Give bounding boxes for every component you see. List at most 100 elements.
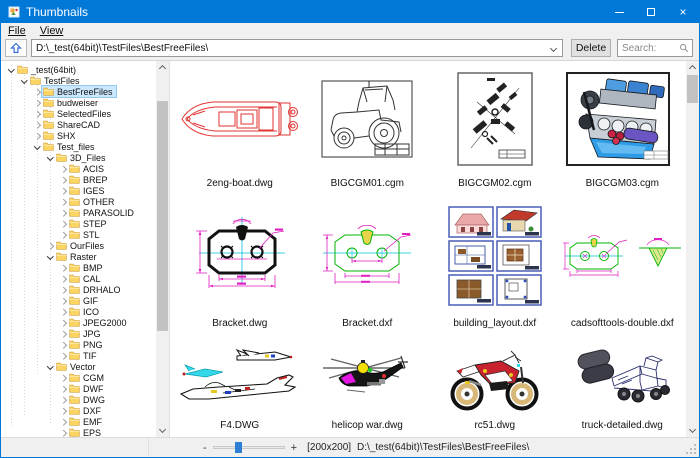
tree-node[interactable]: TestFiles (29, 75, 83, 86)
expand-arrow-icon[interactable] (58, 384, 68, 394)
scroll-up-icon[interactable] (686, 61, 699, 74)
collapse-arrow-icon[interactable] (45, 362, 55, 372)
thumbnail-2eng-boat.dwg[interactable]: 2eng-boat.dwg (176, 61, 304, 195)
minimize-button[interactable] (603, 1, 635, 23)
expand-arrow-icon[interactable] (58, 406, 68, 416)
tree-node[interactable]: ICO (68, 306, 102, 317)
tree-item-DWF[interactable]: DWF (1, 383, 156, 394)
expand-arrow-icon[interactable] (58, 219, 68, 229)
tree-node[interactable]: Raster (55, 251, 100, 262)
tree-scrollbar-thumb[interactable] (157, 101, 168, 331)
tree-node[interactable]: STEP (68, 218, 110, 229)
tree-item-JPG[interactable]: JPG (1, 328, 156, 339)
expand-arrow-icon[interactable] (58, 296, 68, 306)
tree-node[interactable]: TIF (68, 350, 100, 361)
tree-item-budweiser[interactable]: budweiser (1, 97, 156, 108)
expand-arrow-icon[interactable] (58, 208, 68, 218)
tree-node[interactable]: STL (68, 229, 103, 240)
tree-node[interactable]: GIF (68, 295, 101, 306)
tree-node[interactable]: IGES (68, 185, 108, 196)
tree-item-CAL[interactable]: CAL (1, 273, 156, 284)
resize-grip[interactable] (694, 452, 696, 454)
zoom-slider[interactable]: - + (149, 442, 305, 454)
tree-item-TIF[interactable]: TIF (1, 350, 156, 361)
tree-item-DWG[interactable]: DWG (1, 394, 156, 405)
tree-node[interactable]: BestFreeFiles (42, 86, 116, 97)
tree-item-JPEG2000[interactable]: JPEG2000 (1, 317, 156, 328)
tree-node[interactable]: CGM (68, 372, 107, 383)
tree-item-Test_files[interactable]: Test_files (1, 141, 156, 152)
slider-thumb[interactable] (235, 442, 242, 453)
collapse-arrow-icon[interactable] (32, 142, 42, 152)
tree-node[interactable]: DXF (68, 405, 104, 416)
menu-view[interactable]: View (40, 25, 64, 37)
tree-node[interactable]: SelectedFiles (42, 108, 114, 119)
tree-item-TestFiles[interactable]: TestFiles (1, 75, 156, 86)
zoom-out-label[interactable]: - (203, 442, 207, 454)
tree-node[interactable]: PNG (68, 339, 106, 350)
expand-arrow-icon[interactable] (58, 274, 68, 284)
tree-item-BestFreeFiles[interactable]: BestFreeFiles (1, 86, 156, 97)
expand-arrow-icon[interactable] (58, 164, 68, 174)
tree-item-PNG[interactable]: PNG (1, 339, 156, 350)
tree-item-DRHALO[interactable]: DRHALO (1, 284, 156, 295)
maximize-button[interactable] (635, 1, 667, 23)
tree-item-BREP[interactable]: BREP (1, 174, 156, 185)
delete-button[interactable]: Delete (571, 39, 611, 57)
collapse-arrow-icon[interactable] (45, 153, 55, 163)
collapse-arrow-icon[interactable] (19, 76, 29, 86)
close-button[interactable]: × (667, 1, 699, 23)
tree-item-STEP[interactable]: STEP (1, 218, 156, 229)
tree-item-ShareCAD[interactable]: ShareCAD (1, 119, 156, 130)
tree-item-ACIS[interactable]: ACIS (1, 163, 156, 174)
tree-item-GIF[interactable]: GIF (1, 295, 156, 306)
expand-arrow-icon[interactable] (32, 109, 42, 119)
expand-arrow-icon[interactable] (45, 241, 55, 251)
tree-node[interactable]: DWG (68, 394, 108, 405)
tree-node[interactable]: PARASOLID (68, 207, 137, 218)
tree-item-IGES[interactable]: IGES (1, 185, 156, 196)
expand-arrow-icon[interactable] (58, 417, 68, 427)
tree-node[interactable]: 3D_Files (55, 152, 109, 163)
expand-arrow-icon[interactable] (58, 351, 68, 361)
tree-node[interactable]: EPS (68, 427, 104, 437)
expand-arrow-icon[interactable] (58, 285, 68, 295)
thumbnail-BIGCGM03.cgm[interactable]: BIGCGM03.cgm (559, 61, 687, 195)
expand-arrow-icon[interactable] (32, 87, 42, 97)
tree-node[interactable]: _test(64bit) (16, 64, 79, 75)
tree-node[interactable]: JPEG2000 (68, 317, 130, 328)
tree-node[interactable]: DWF (68, 383, 107, 394)
thumbnail-truck-detailed.dwg[interactable]: truck-detailed.dwg (559, 335, 687, 437)
tree-item-CGM[interactable]: CGM (1, 372, 156, 383)
tree-item-_test(64bit)[interactable]: _test(64bit) (1, 64, 156, 75)
thumbnails-scrollbar[interactable] (686, 61, 699, 437)
search-input[interactable]: Search: (617, 39, 693, 57)
tree-item-BMP[interactable]: BMP (1, 262, 156, 273)
tree-node[interactable]: ACIS (68, 163, 107, 174)
expand-arrow-icon[interactable] (32, 120, 42, 130)
thumbnail-Bracket.dxf[interactable]: Bracket.dxf (304, 195, 432, 335)
expand-arrow-icon[interactable] (58, 329, 68, 339)
thumbnail-Bracket.dwg[interactable]: Bracket.dwg (176, 195, 304, 335)
tree-item-EMF[interactable]: EMF (1, 416, 156, 427)
thumbnails-scrollbar-thumb[interactable] (687, 75, 698, 103)
expand-arrow-icon[interactable] (58, 263, 68, 273)
tree-node[interactable]: EMF (68, 416, 105, 427)
tree-item-ICO[interactable]: ICO (1, 306, 156, 317)
expand-arrow-icon[interactable] (58, 318, 68, 328)
tree-item-SHX[interactable]: SHX (1, 130, 156, 141)
tree-item-OTHER[interactable]: OTHER (1, 196, 156, 207)
thumbnail-helicop war.dwg[interactable]: helicop war.dwg (304, 335, 432, 437)
address-combobox[interactable]: D:\_test(64bit)\TestFiles\BestFreeFiles\ (31, 39, 563, 57)
scroll-down-icon[interactable] (156, 424, 169, 437)
thumbnail-building_layout.dxf[interactable]: building_layout.dxf (431, 195, 559, 335)
tree-node[interactable]: Test_files (42, 141, 98, 152)
tree-item-SelectedFiles[interactable]: SelectedFiles (1, 108, 156, 119)
zoom-in-label[interactable]: + (291, 442, 297, 454)
expand-arrow-icon[interactable] (58, 373, 68, 383)
expand-arrow-icon[interactable] (58, 395, 68, 405)
tree-node[interactable]: Vector (55, 361, 99, 372)
expand-arrow-icon[interactable] (58, 175, 68, 185)
tree-node[interactable]: OurFiles (55, 240, 107, 251)
collapse-arrow-icon[interactable] (45, 252, 55, 262)
